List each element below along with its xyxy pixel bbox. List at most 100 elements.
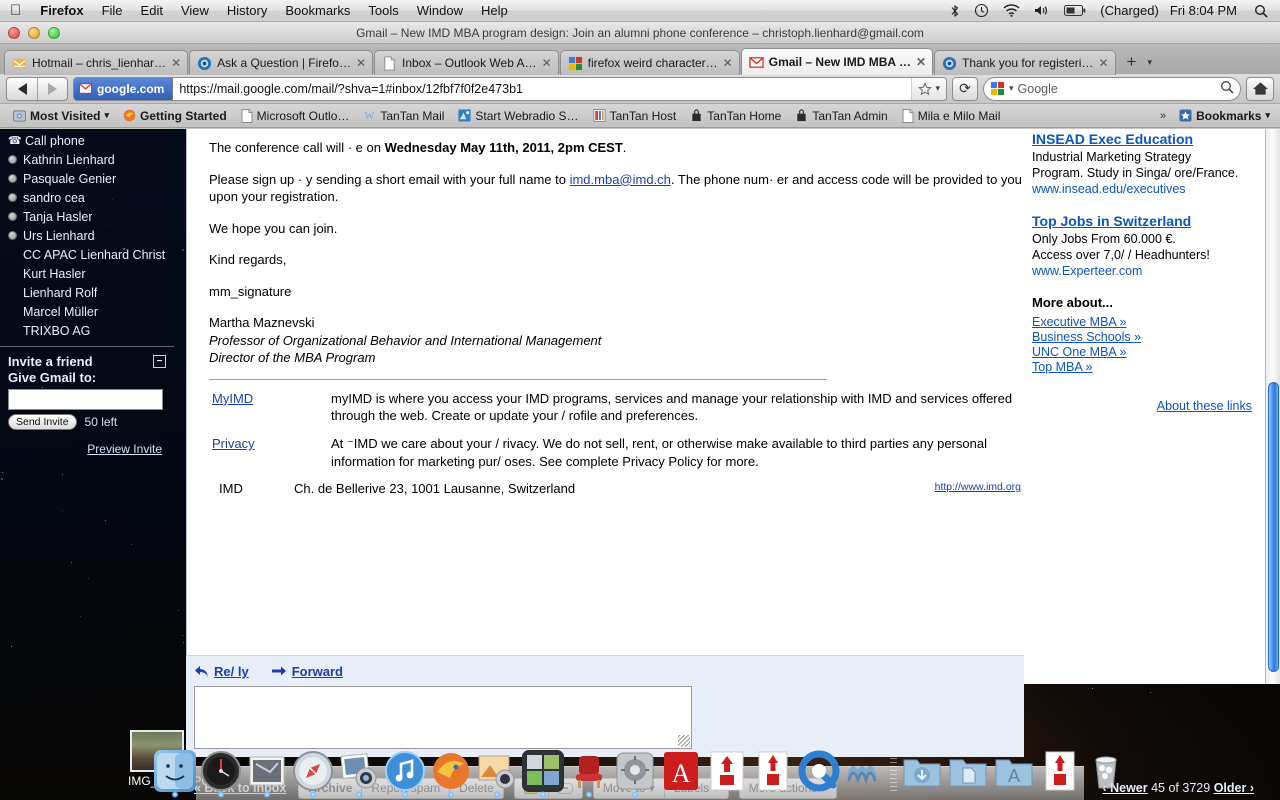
- more-link-top-mba[interactable]: Top MBA »: [1032, 360, 1258, 375]
- search-bar[interactable]: ▾ Google: [983, 76, 1241, 101]
- chevron-down-icon[interactable]: ▾: [935, 83, 940, 94]
- acrobat-distiller-icon[interactable]: [752, 750, 794, 792]
- bookmark-mila-e-milo-mail[interactable]: Mila e Milo Mail: [895, 108, 1008, 123]
- tab-firefox-weird-character[interactable]: firefox weird character… ✕: [559, 50, 740, 75]
- tab-close-icon[interactable]: ✕: [916, 55, 926, 69]
- menu-item-help[interactable]: Help: [472, 3, 517, 18]
- ad-top-jobs[interactable]: Top Jobs in Switzerland Only Jobs From 6…: [1032, 213, 1258, 279]
- firefox-icon[interactable]: [430, 750, 472, 798]
- quicktime-icon[interactable]: [798, 750, 840, 792]
- forward-button[interactable]: [37, 77, 67, 100]
- chat-contact[interactable]: Pasquale Genier: [0, 169, 174, 188]
- minimize-window-button[interactable]: [28, 27, 40, 39]
- trash-icon[interactable]: [1085, 750, 1127, 792]
- menu-item-tools[interactable]: Tools: [359, 3, 407, 18]
- tab-hotmail[interactable]: Hotmail – chris_lienhar… ✕: [4, 50, 189, 75]
- bookmark-tantan-admin[interactable]: TanTan Admin: [788, 109, 894, 123]
- spaces-icon[interactable]: [521, 750, 564, 798]
- tab-ask-a-question[interactable]: Ask a Question | Firefo… ✕: [189, 50, 374, 75]
- forward-button[interactable]: Forward: [271, 664, 343, 679]
- tab-gmail[interactable]: Gmail – New IMD MBA … ✕: [740, 48, 934, 75]
- list-all-tabs-icon[interactable]: ▾: [1148, 57, 1153, 68]
- documents-folder-icon[interactable]: [947, 750, 989, 792]
- chat-contact[interactable]: TRIXBO AG: [0, 321, 174, 340]
- reply-button[interactable]: Re/ ly: [194, 664, 249, 679]
- menu-item-file[interactable]: File: [93, 3, 132, 18]
- safari-icon[interactable]: [292, 750, 334, 798]
- iphoto-icon[interactable]: [338, 750, 380, 798]
- preview-invite-link[interactable]: Preview Invite: [8, 442, 166, 456]
- more-link-executive-mba[interactable]: Executive MBA »: [1032, 315, 1258, 330]
- acrobat-pro-icon[interactable]: [706, 750, 748, 792]
- tab-close-icon[interactable]: ✕: [1098, 56, 1108, 70]
- ad-url[interactable]: www.insead.edu/executives: [1032, 181, 1258, 197]
- site-identity-badge[interactable]: google.com: [74, 77, 174, 100]
- star-icon[interactable]: [918, 81, 933, 96]
- bookmark-most-visited[interactable]: Most Visited ▾: [6, 109, 116, 123]
- chair-icon[interactable]: [568, 750, 610, 798]
- zoom-window-button[interactable]: [48, 27, 60, 39]
- chevron-down-icon[interactable]: ▾: [1009, 83, 1014, 94]
- more-link-unc-one-mba[interactable]: UNC One MBA »: [1032, 345, 1258, 360]
- menu-item-firefox[interactable]: Firefox: [31, 3, 92, 18]
- search-icon[interactable]: [1220, 80, 1234, 97]
- url-bar[interactable]: google.com https://mail.google.com/mail/…: [73, 76, 947, 101]
- menu-item-bookmarks[interactable]: Bookmarks: [276, 3, 359, 18]
- itunes-icon[interactable]: [384, 750, 426, 798]
- menu-item-edit[interactable]: Edit: [132, 3, 172, 18]
- myimd-link[interactable]: MyIMD: [212, 391, 253, 406]
- chat-contact[interactable]: Marcel Müller: [0, 302, 174, 321]
- email-link[interactable]: imd.mba@imd.ch: [570, 172, 671, 187]
- menubar-clock[interactable]: Fri 8:04 PM: [1166, 3, 1247, 18]
- chat-contact[interactable]: sandro cea: [0, 188, 174, 207]
- bookmarks-overflow-icon[interactable]: »: [1154, 110, 1172, 122]
- tab-close-icon[interactable]: ✕: [356, 56, 366, 70]
- about-these-links[interactable]: About these links: [1032, 398, 1258, 414]
- close-window-button[interactable]: [8, 27, 20, 39]
- time-machine-icon[interactable]: [967, 3, 996, 18]
- mail-icon[interactable]: [246, 750, 288, 798]
- battery-icon[interactable]: [1057, 5, 1093, 16]
- bookmark-getting-started[interactable]: Getting Started: [116, 109, 234, 123]
- wacom-icon[interactable]: [844, 750, 886, 792]
- applications-folder-icon[interactable]: A: [993, 750, 1035, 792]
- tab-inbox-outlook[interactable]: Inbox – Outlook Web A… ✕: [374, 50, 559, 75]
- chat-call-phone[interactable]: ☎ Call phone: [0, 131, 174, 150]
- chevron-down-icon[interactable]: ▾: [104, 110, 109, 121]
- preview-icon[interactable]: [476, 750, 518, 798]
- bookmark-tantan-host[interactable]: TanTan Host: [586, 109, 684, 123]
- acrobat-icon-2[interactable]: [1039, 750, 1081, 792]
- menu-item-window[interactable]: Window: [408, 3, 472, 18]
- url-text[interactable]: https://mail.google.com/mail/?shva=1#inb…: [173, 82, 529, 96]
- back-button[interactable]: [7, 78, 37, 100]
- wifi-icon[interactable]: [996, 4, 1027, 17]
- bookmark-microsoft-outlook[interactable]: Microsoft Outlo…: [234, 108, 357, 123]
- menu-item-history[interactable]: History: [218, 3, 276, 18]
- page-scrollbar[interactable]: [1265, 129, 1280, 684]
- new-tab-button[interactable]: +: [1120, 51, 1144, 73]
- apple-menu-icon[interactable]: : [10, 3, 21, 18]
- bookmark-star-control[interactable]: ▾: [911, 77, 946, 100]
- older-link[interactable]: Older ›: [1214, 781, 1254, 795]
- chevron-down-icon[interactable]: ▾: [1265, 110, 1270, 121]
- chat-contact[interactable]: Kurt Hasler: [0, 264, 174, 283]
- more-link-business-schools[interactable]: Business Schools »: [1032, 330, 1258, 345]
- finder-icon[interactable]: [153, 750, 196, 798]
- system-preferences-icon[interactable]: [614, 750, 656, 798]
- ad-title[interactable]: Top Jobs in Switzerland: [1032, 213, 1191, 229]
- chat-contact[interactable]: Urs Lienhard: [0, 226, 174, 245]
- dashboard-icon[interactable]: [200, 750, 242, 798]
- menu-item-view[interactable]: View: [172, 3, 218, 18]
- reload-button[interactable]: ⟳: [952, 76, 978, 101]
- bookmark-tantan-home[interactable]: TanTan Home: [683, 109, 788, 123]
- volume-icon[interactable]: [1027, 4, 1057, 17]
- tab-close-icon[interactable]: ✕: [542, 56, 552, 70]
- home-button[interactable]: [1246, 76, 1274, 101]
- acrobat-reader-icon[interactable]: A: [660, 750, 702, 792]
- downloads-folder-icon[interactable]: [901, 750, 943, 792]
- chat-contact[interactable]: Tanja Hasler: [0, 207, 174, 226]
- spotlight-search-icon[interactable]: [1247, 4, 1280, 18]
- tab-close-icon[interactable]: ✕: [171, 56, 181, 70]
- imd-website-link[interactable]: http://www.imd.org: [935, 480, 1029, 494]
- ad-title[interactable]: INSEAD Exec Education: [1032, 131, 1193, 147]
